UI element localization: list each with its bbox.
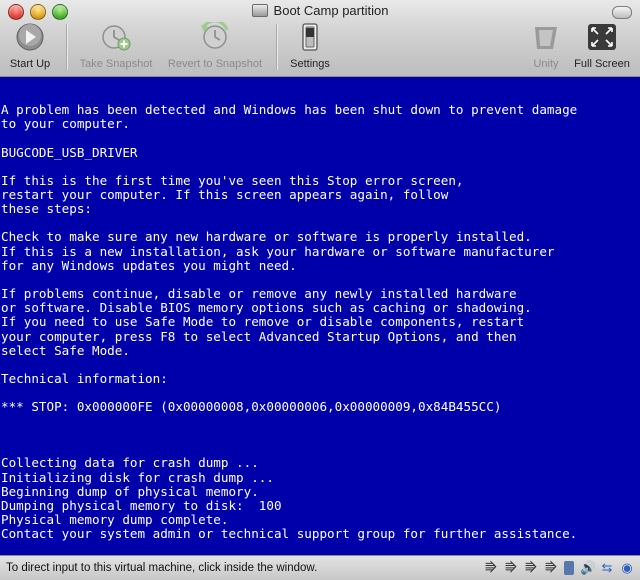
sound-icon[interactable]: 🔊: [580, 560, 596, 576]
settings-switch-icon: [302, 23, 318, 51]
toolbar-toggle-button[interactable]: [612, 6, 632, 19]
window-title-container: Boot Camp partition: [0, 3, 640, 20]
vm-display-bsod[interactable]: A problem has been detected and Windows …: [0, 77, 640, 555]
hard-disk-icon[interactable]: [564, 561, 574, 575]
take-snapshot-icon: [102, 25, 131, 51]
status-message: To direct input to this virtual machine,…: [6, 562, 318, 574]
bsod-intro-text: A problem has been detected and Windows …: [1, 102, 578, 132]
settings-label: Settings: [290, 58, 330, 70]
vm-window: Boot Camp partition Start Up Take Snapsh…: [0, 0, 640, 580]
bsod-stop-code: *** STOP: 0x000000FE (0x00000008,0x00000…: [1, 399, 502, 415]
revert-snapshot-icon: [201, 19, 229, 49]
usb-icon[interactable]: ⭆: [504, 560, 518, 576]
full-screen-icon: [588, 24, 616, 50]
unity-label: Unity: [533, 58, 559, 70]
bsod-crash-dump-text: Collecting data for crash dump ... Initi…: [1, 455, 578, 542]
boot-camp-disk-icon: [251, 4, 268, 17]
status-bar: To direct input to this virtual machine,…: [0, 555, 640, 580]
usb-icon[interactable]: ⭆: [524, 560, 538, 576]
play-icon: [16, 23, 44, 51]
bsod-first-time-text: If this is the first time you've seen th…: [1, 172, 464, 217]
start-up-label: Start Up: [9, 58, 51, 70]
cd-icon[interactable]: ◉: [620, 560, 634, 576]
window-toolbar: Boot Camp partition Start Up Take Snapsh…: [0, 0, 640, 77]
toolbar-separator: [276, 24, 277, 70]
revert-to-snapshot-label: Revert to Snapshot: [167, 58, 263, 70]
network-icon[interactable]: ⇆: [600, 560, 614, 576]
bsod-technical-info-heading: Technical information:: [1, 371, 168, 387]
unity-icon: [535, 27, 557, 49]
toolbar-separator: [66, 24, 67, 70]
full-screen-button[interactable]: Full Screen: [570, 22, 634, 70]
start-up-button[interactable]: Start Up: [6, 22, 54, 70]
window-title: Boot Camp partition: [273, 3, 389, 18]
usb-icon[interactable]: ⭆: [484, 560, 498, 576]
usb-icon[interactable]: ⭆: [544, 560, 558, 576]
bsod-error-code: BUGCODE_USB_DRIVER: [1, 144, 138, 160]
full-screen-label: Full Screen: [574, 58, 630, 70]
take-snapshot-button[interactable]: Take Snapshot: [74, 22, 158, 70]
unity-button[interactable]: Unity: [526, 22, 566, 70]
bsod-check-hardware-text: Check to make sure any new hardware or s…: [1, 229, 555, 273]
take-snapshot-label: Take Snapshot: [79, 58, 153, 70]
settings-button[interactable]: Settings: [286, 22, 334, 70]
revert-to-snapshot-button[interactable]: Revert to Snapshot: [162, 19, 268, 70]
device-icons: ⭆ ⭆ ⭆ ⭆ 🔊 ⇆ ◉: [484, 560, 634, 576]
bsod-problems-continue-text: If problems continue, disable or remove …: [1, 286, 532, 358]
